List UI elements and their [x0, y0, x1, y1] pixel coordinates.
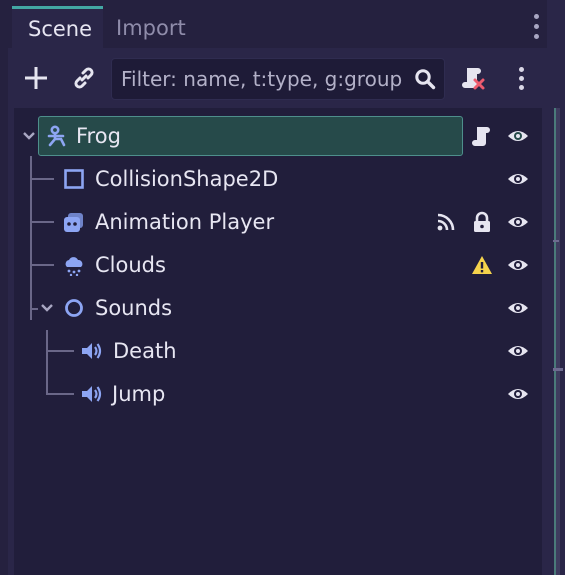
audio-player-icon — [82, 386, 102, 402]
node-name: Sounds — [95, 296, 173, 320]
chevron-down-icon[interactable] — [22, 130, 36, 142]
visibility-eye-icon[interactable] — [507, 125, 529, 147]
visibility-eye-icon[interactable] — [507, 297, 529, 319]
tree-item-death[interactable]: Death — [14, 331, 542, 371]
visibility-eye-icon[interactable] — [507, 383, 529, 405]
tree-item-frog[interactable]: Frog — [14, 116, 542, 156]
chevron-down-icon[interactable] — [40, 302, 54, 314]
more-options-button[interactable] — [503, 60, 539, 96]
visibility-eye-icon[interactable] — [507, 211, 529, 233]
animation-player-icon — [64, 213, 83, 232]
filter-nodes-field — [111, 58, 445, 100]
script-icon[interactable] — [471, 125, 493, 147]
detach-script-button[interactable] — [455, 60, 491, 96]
lock-icon[interactable] — [471, 211, 493, 233]
visibility-eye-icon[interactable] — [507, 254, 529, 276]
node-name: Jump — [112, 382, 166, 406]
link-icon — [74, 67, 94, 89]
node-name: Death — [113, 339, 177, 363]
tree-item-collisionshape2d[interactable]: CollisionShape2D — [14, 159, 542, 199]
collision-shape-icon — [64, 169, 84, 189]
node-icon — [65, 299, 83, 317]
scene-toolbar — [8, 48, 547, 110]
signal-icon[interactable] — [435, 211, 457, 233]
visibility-eye-icon[interactable] — [507, 340, 529, 362]
filter-input[interactable] — [112, 59, 411, 99]
plus-icon — [25, 67, 47, 89]
tree-item-jump[interactable]: Jump — [14, 374, 542, 414]
tab-scene[interactable]: Scene — [12, 6, 103, 49]
character-body-icon — [47, 125, 66, 147]
particles-icon — [65, 257, 83, 276]
warning-icon[interactable] — [471, 254, 493, 276]
audio-player-icon — [82, 343, 102, 359]
viewport-edge — [547, 0, 565, 575]
dock-menu-button[interactable] — [533, 14, 541, 44]
node-name: Animation Player — [95, 210, 275, 234]
add-node-button[interactable] — [18, 60, 54, 96]
instance-scene-button[interactable] — [66, 60, 102, 96]
node-name: Clouds — [95, 253, 166, 277]
scene-tree: Frog CollisionShape2D Animation Player C… — [14, 108, 542, 575]
tree-item-clouds[interactable]: Clouds — [14, 245, 542, 285]
dock-tab-bar: Scene Import — [8, 0, 547, 49]
search-icon — [415, 69, 436, 90]
tree-item-sounds[interactable]: Sounds — [14, 288, 542, 328]
node-name: Frog — [76, 124, 121, 148]
tree-item-animation-player[interactable]: Animation Player — [14, 202, 542, 242]
node-name: CollisionShape2D — [95, 167, 279, 191]
script-remove-icon — [462, 68, 485, 90]
tab-import[interactable]: Import — [100, 8, 206, 48]
visibility-eye-icon[interactable] — [507, 168, 529, 190]
